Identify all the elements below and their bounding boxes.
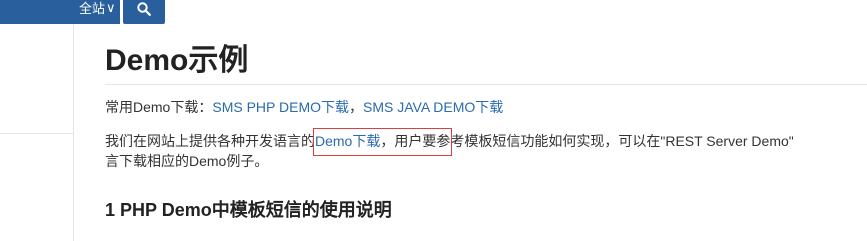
sidebar-divider <box>0 133 73 134</box>
common-demo-downloads: 常用Demo下载：SMS PHP DEMO下载，SMS JAVA DEMO下载 <box>105 97 503 117</box>
search-button[interactable] <box>123 0 165 24</box>
php-demo-download-link[interactable]: SMS PHP DEMO下载 <box>212 99 349 115</box>
description-text-part2: ，用户要参考模板短信功能如何实现，可以在"REST Server Demo" <box>380 133 794 149</box>
section-heading-php-demo: 1 PHP Demo中模板短信的使用说明 <box>105 200 392 220</box>
downloads-prefix: 常用Demo下载： <box>105 99 213 115</box>
sidebar <box>0 24 74 241</box>
description-line-2: 言下载相应的Demo例子。 <box>105 153 269 169</box>
demo-download-link[interactable]: Demo下载 <box>315 133 380 149</box>
top-bar: 全站∨ <box>0 0 867 24</box>
description-text-part1: 我们在网站上提供各种开发语言的 <box>105 133 315 149</box>
title-divider <box>105 84 867 85</box>
downloads-separator: ， <box>349 99 364 115</box>
java-demo-download-link[interactable]: SMS JAVA DEMO下载 <box>363 99 503 115</box>
chevron-down-icon: ∨ <box>106 0 116 15</box>
page-title: Demo示例 <box>105 44 249 77</box>
description-line-1: 我们在网站上提供各种开发语言的Demo下载，用户要参考模板短信功能如何实现，可以… <box>105 131 845 151</box>
search-icon <box>137 2 151 16</box>
demo-description: 我们在网站上提供各种开发语言的Demo下载，用户要参考模板短信功能如何实现，可以… <box>105 131 845 171</box>
main-content: Demo示例 常用Demo下载：SMS PHP DEMO下载，SMS JAVA … <box>74 24 867 241</box>
search-scope-label: 全站 <box>79 1 106 16</box>
search-scope-select[interactable]: 全站∨ <box>0 0 120 24</box>
